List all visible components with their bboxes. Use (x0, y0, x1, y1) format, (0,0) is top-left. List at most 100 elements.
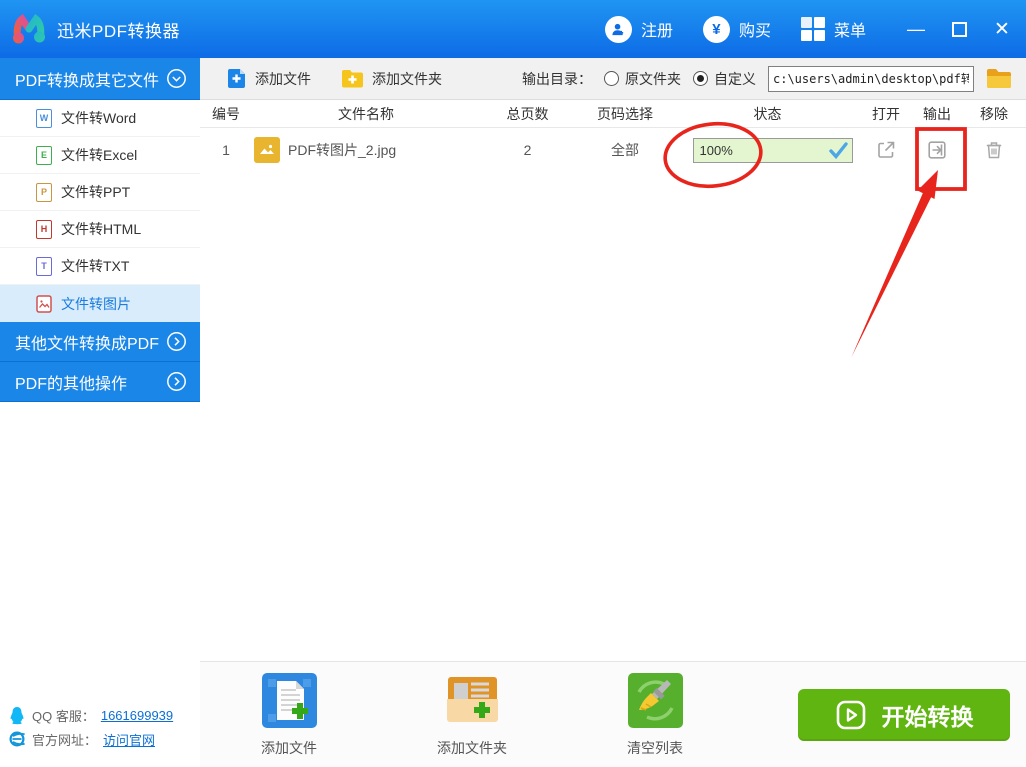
col-pages: 总页数 (480, 104, 575, 124)
qq-penguin-icon (8, 706, 26, 725)
register-user-icon (605, 16, 632, 43)
buy-label: 购买 (739, 17, 771, 41)
browse-folder-icon[interactable] (986, 68, 1012, 89)
add-file-button[interactable]: 添加文件 (226, 68, 311, 89)
official-site-label: 官方网址： (32, 730, 97, 749)
radio-source-folder[interactable]: 原文件夹 (604, 69, 681, 89)
add-file-big-label: 添加文件 (261, 738, 317, 758)
qq-number-link[interactable]: 1661699939 (101, 708, 173, 723)
sidebar-item-word[interactable]: W 文件转Word (0, 100, 200, 137)
output-export-icon (926, 139, 948, 161)
sidebar-item-ppt[interactable]: P 文件转PPT (0, 174, 200, 211)
chevron-right-circle-icon (166, 371, 187, 392)
radio-checked-icon (693, 71, 708, 86)
output-dir-label: 输出目录： (522, 69, 592, 89)
col-output: 输出 (912, 104, 962, 124)
sidebar-item-label: 文件转TXT (61, 256, 129, 276)
row-pages: 2 (480, 142, 575, 158)
excel-file-icon: E (36, 146, 52, 165)
menu-button[interactable]: 菜单 (801, 17, 866, 41)
output-path-input[interactable] (768, 66, 974, 92)
clear-list-button[interactable]: 清空列表 (609, 672, 701, 758)
open-external-icon (875, 139, 897, 161)
add-folder-big-icon (444, 672, 501, 729)
sidebar-item-image[interactable]: 文件转图片 (0, 285, 200, 322)
register-label: 注册 (641, 17, 673, 41)
register-button[interactable]: 注册 (605, 16, 673, 43)
table-row: 1 PDF转图片_2.jpg 2 全部 100% (200, 128, 1026, 172)
start-convert-button[interactable]: 开始转换 (798, 689, 1010, 741)
col-status: 状态 (675, 104, 860, 124)
add-file-big-button[interactable]: 添加文件 (243, 672, 335, 758)
radio-custom-label: 自定义 (714, 69, 756, 89)
radio-source-folder-label: 原文件夹 (625, 69, 681, 89)
clear-list-label: 清空列表 (627, 738, 683, 758)
html-file-icon: H (36, 220, 52, 239)
jpg-file-icon (254, 137, 280, 163)
add-file-icon (226, 68, 247, 89)
ie-browser-icon (8, 730, 26, 748)
table-header: 编号 文件名称 总页数 页码选择 状态 打开 输出 移除 (200, 100, 1026, 128)
yen-icon: ¥ (703, 16, 730, 43)
sidebar: PDF转换成其它文件 W 文件转Word E 文件转Excel P 文件转PPT… (0, 58, 200, 767)
titlebar: 迅米PDF转换器 注册 ¥ 购买 菜单 — ✕ (0, 0, 1026, 58)
add-file-label: 添加文件 (255, 69, 311, 89)
add-folder-label: 添加文件夹 (372, 69, 442, 89)
sidebar-item-label: 文件转PPT (61, 182, 130, 202)
clear-list-broom-icon (627, 672, 684, 729)
sidebar-section-pdf-other-ops[interactable]: PDF的其他操作 (0, 362, 200, 402)
sidebar-item-label: 文件转Word (61, 108, 136, 128)
buy-button[interactable]: ¥ 购买 (703, 16, 771, 43)
radio-unchecked-icon (604, 71, 619, 86)
col-page-select: 页码选择 (575, 104, 675, 124)
maximize-button[interactable] (951, 21, 967, 37)
ppt-file-icon: P (36, 183, 52, 202)
add-folder-big-label: 添加文件夹 (437, 738, 507, 758)
menu-grid-icon (801, 17, 825, 41)
trash-icon (983, 139, 1005, 161)
close-button[interactable]: ✕ (994, 21, 1010, 37)
section-label: 其他文件转换成PDF (15, 330, 159, 354)
col-open: 打开 (860, 104, 912, 124)
window-controls: — ✕ (908, 21, 1010, 37)
sidebar-item-html[interactable]: H 文件转HTML (0, 211, 200, 248)
add-file-big-icon (261, 672, 318, 729)
section-label: PDF的其他操作 (15, 370, 127, 394)
txt-file-icon: T (36, 257, 52, 276)
add-folder-big-button[interactable]: 添加文件夹 (426, 672, 518, 758)
image-file-icon (36, 295, 52, 313)
app-title: 迅米PDF转换器 (57, 17, 180, 42)
col-remove: 移除 (962, 104, 1026, 124)
done-check-icon (829, 142, 848, 159)
minimize-button[interactable]: — (908, 21, 924, 37)
col-filename: 文件名称 (252, 104, 480, 124)
remove-file-button[interactable] (962, 139, 1026, 161)
sidebar-item-txt[interactable]: T 文件转TXT (0, 248, 200, 285)
row-page-range[interactable]: 全部 (575, 140, 675, 160)
progress-percent: 100% (700, 143, 733, 158)
word-file-icon: W (36, 109, 52, 128)
qq-service-label: QQ 客服： (32, 706, 95, 725)
sidebar-section-pdf-to-other[interactable]: PDF转换成其它文件 (0, 58, 200, 100)
play-icon (835, 699, 867, 731)
progress-bar: 100% (693, 138, 853, 163)
chevron-right-circle-icon (166, 331, 187, 352)
sidebar-item-label: 文件转图片 (61, 294, 131, 314)
main-panel: 添加文件 添加文件夹 输出目录： 原文件夹 自定义 (200, 58, 1026, 767)
app-logo-icon (10, 10, 48, 48)
open-file-button[interactable] (860, 139, 912, 161)
radio-custom[interactable]: 自定义 (693, 69, 756, 89)
sidebar-section-other-to-pdf[interactable]: 其他文件转换成PDF (0, 322, 200, 362)
chevron-down-circle-icon (166, 68, 187, 89)
menu-label: 菜单 (834, 17, 866, 41)
row-number: 1 (200, 142, 252, 158)
output-folder-button[interactable] (912, 139, 962, 161)
sidebar-item-label: 文件转HTML (61, 219, 141, 239)
section-label: PDF转换成其它文件 (15, 67, 159, 91)
row-filename: PDF转图片_2.jpg (288, 140, 396, 160)
official-site-link[interactable]: 访问官网 (103, 730, 155, 749)
sidebar-item-excel[interactable]: E 文件转Excel (0, 137, 200, 174)
add-folder-button[interactable]: 添加文件夹 (341, 69, 442, 89)
start-convert-label: 开始转换 (882, 698, 974, 732)
add-folder-icon (341, 69, 364, 89)
